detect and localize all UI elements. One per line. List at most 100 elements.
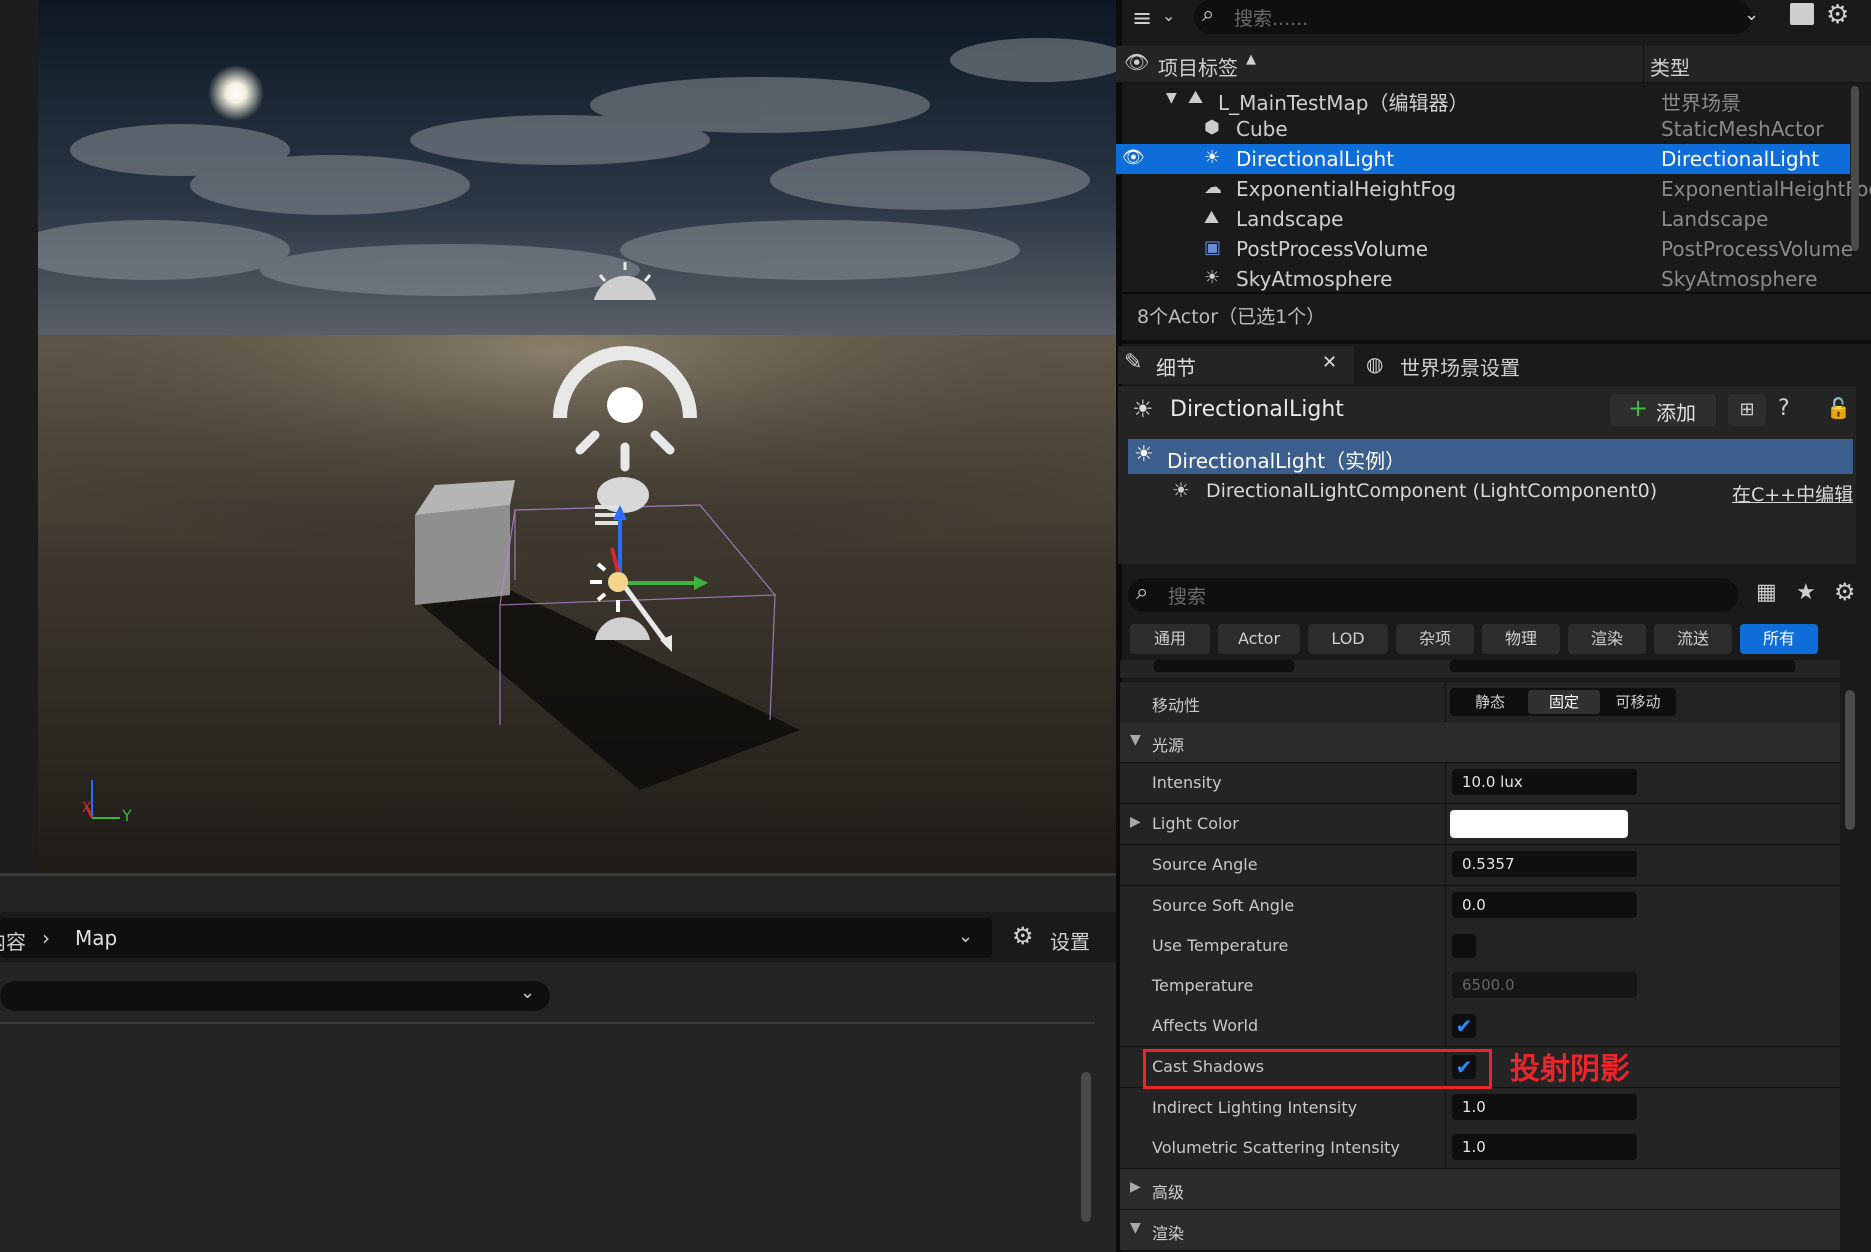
breadcrumb-content[interactable]: 内容 bbox=[0, 926, 26, 955]
actor-name[interactable]: DirectionalLight bbox=[1170, 397, 1344, 422]
row-name: PostProcessVolume bbox=[1236, 237, 1429, 261]
property-source-angle: Source Angle 0.5357 bbox=[1120, 845, 1840, 886]
component-row[interactable]: DirectionalLightComponent (LightComponen… bbox=[1206, 480, 1657, 502]
filter-actor[interactable]: Actor bbox=[1218, 624, 1300, 654]
filter-chevron-icon[interactable]: ⌄ bbox=[1162, 6, 1175, 25]
collection-dropdown-chevron-icon[interactable]: ⌄ bbox=[520, 982, 535, 1003]
column-label-header[interactable]: 项目标签 bbox=[1158, 52, 1238, 81]
source-soft-angle-field[interactable]: 0.0 bbox=[1452, 892, 1637, 918]
outliner-row-postprocess[interactable]: ▣ PostProcessVolume PostProcessVolume bbox=[1116, 234, 1853, 264]
lock-icon[interactable]: 🔓 bbox=[1826, 396, 1851, 420]
use-temperature-checkbox[interactable] bbox=[1452, 934, 1476, 958]
settings-button[interactable]: 设置 bbox=[1050, 926, 1090, 955]
outliner-footer-divider bbox=[1116, 292, 1871, 294]
table-view-icon[interactable]: ▦ bbox=[1756, 580, 1777, 605]
temperature-label: Temperature bbox=[1152, 976, 1254, 995]
path-breadcrumb[interactable] bbox=[0, 918, 992, 958]
plus-icon: + bbox=[1628, 394, 1649, 422]
affects-world-checkbox[interactable]: ✔ bbox=[1452, 1014, 1476, 1038]
property-temperature: Temperature 6500.0 bbox=[1120, 966, 1840, 1007]
help-icon[interactable]: ? bbox=[1778, 396, 1790, 421]
level-viewport[interactable]: Y X bbox=[0, 0, 1116, 873]
add-component-label[interactable]: 添加 bbox=[1656, 397, 1696, 426]
indirect-lighting-field[interactable]: 1.0 bbox=[1452, 1094, 1637, 1120]
section-light[interactable]: ▼ 光源 bbox=[1120, 722, 1840, 763]
details-search-icon: ⌕ bbox=[1136, 580, 1149, 605]
intensity-field[interactable]: 10.0 lux bbox=[1452, 769, 1637, 795]
row-name: Cube bbox=[1236, 117, 1288, 141]
tab-world-settings[interactable]: 世界场景设置 bbox=[1400, 352, 1520, 381]
outliner-row-cube[interactable]: ⬢ Cube StaticMeshActor bbox=[1116, 114, 1850, 144]
outliner-row-world[interactable]: ▼ ⛰ L_MainTestMap（编辑器） 世界场景 bbox=[1116, 84, 1850, 115]
details-scrollbar[interactable] bbox=[1845, 690, 1855, 830]
source-angle-field[interactable]: 0.5357 bbox=[1452, 851, 1637, 877]
details-search-placeholder: 搜索 bbox=[1168, 586, 1207, 608]
sort-ascending-icon[interactable]: ▲ bbox=[1246, 52, 1256, 67]
add-folder-icon[interactable] bbox=[1790, 3, 1814, 25]
section-expand-icon: ▶ bbox=[1130, 1179, 1141, 1195]
outliner-row-sky[interactable]: ☀ SkyAtmosphere SkyAtmosphere bbox=[1116, 264, 1850, 294]
favorite-star-icon[interactable]: ★ bbox=[1796, 580, 1816, 605]
expand-arrow-icon[interactable]: ▶ bbox=[1130, 814, 1141, 830]
filter-icon[interactable]: ≡ bbox=[1132, 4, 1152, 32]
path-dropdown-icon[interactable]: ⌄ bbox=[958, 926, 973, 947]
viewport-left-toolbar bbox=[0, 0, 38, 873]
outliner-settings-icon[interactable]: ⚙ bbox=[1826, 0, 1849, 30]
temperature-field[interactable]: 6500.0 bbox=[1452, 972, 1637, 998]
viewport-scene bbox=[0, 0, 1116, 873]
filter-streaming[interactable]: 流送 bbox=[1654, 624, 1732, 654]
row-type: Landscape bbox=[1661, 207, 1769, 231]
outliner-row-directionallight[interactable]: 👁 ☀ DirectionalLight DirectionalLight bbox=[1116, 144, 1850, 174]
expand-arrow-icon[interactable]: ▼ bbox=[1166, 90, 1177, 106]
search-dropdown-icon[interactable]: ⌄ bbox=[1744, 4, 1759, 25]
edit-in-cpp-link[interactable]: 在C++中编辑 bbox=[1732, 480, 1853, 507]
affects-world-label: Affects World bbox=[1152, 1016, 1259, 1035]
column-type-header[interactable]: 类型 bbox=[1650, 52, 1690, 81]
mobility-static[interactable]: 静态 bbox=[1455, 688, 1525, 716]
truncated-scale-row bbox=[1120, 660, 1840, 678]
section-rendering[interactable]: ▼ 渲染 bbox=[1120, 1210, 1840, 1251]
mobility-movable[interactable]: 可移动 bbox=[1602, 688, 1674, 716]
outliner-row-fog[interactable]: ☁ ExponentialHeightFog ExponentialHeight… bbox=[1116, 174, 1871, 204]
close-tab-icon[interactable]: ✕ bbox=[1322, 352, 1337, 373]
cube-mesh[interactable] bbox=[415, 480, 515, 605]
row-name: ExponentialHeightFog bbox=[1236, 177, 1457, 201]
settings-gear-icon[interactable]: ⚙ bbox=[1012, 922, 1034, 950]
section-collapse-icon: ▼ bbox=[1130, 732, 1141, 748]
section-advanced-label: 高级 bbox=[1152, 1183, 1185, 1202]
visibility-header-icon[interactable]: 👁 bbox=[1124, 50, 1149, 74]
light-color-swatch[interactable] bbox=[1450, 810, 1628, 838]
tab-details-label[interactable]: 细节 bbox=[1156, 352, 1196, 381]
outliner-row-landscape[interactable]: ⛰ Landscape Landscape bbox=[1116, 204, 1850, 234]
property-use-temperature: Use Temperature bbox=[1120, 926, 1840, 967]
property-volumetric-scattering: Volumetric Scattering Intensity 1.0 bbox=[1120, 1128, 1840, 1169]
row-type: DirectionalLight bbox=[1661, 147, 1820, 171]
outliner-scrollbar[interactable] bbox=[1851, 86, 1859, 251]
visibility-eye-icon[interactable]: 👁 bbox=[1122, 147, 1145, 168]
filter-rendering[interactable]: 渲染 bbox=[1568, 624, 1646, 654]
outliner-search-placeholder: 搜索...... bbox=[1234, 8, 1309, 30]
indirect-lighting-label: Indirect Lighting Intensity bbox=[1152, 1098, 1358, 1117]
axis-y-label: Y bbox=[122, 806, 132, 825]
row-type: StaticMeshActor bbox=[1661, 117, 1824, 141]
volumetric-scattering-field[interactable]: 1.0 bbox=[1452, 1134, 1637, 1160]
breadcrumb-map[interactable]: Map bbox=[75, 926, 117, 950]
section-advanced[interactable]: ▶ 高级 bbox=[1120, 1169, 1840, 1210]
collection-dropdown[interactable] bbox=[0, 981, 550, 1011]
filter-all[interactable]: 所有 bbox=[1740, 624, 1818, 654]
landscape-icon: ⛰ bbox=[1204, 207, 1220, 228]
tab-details[interactable] bbox=[1118, 346, 1354, 384]
details-search-input[interactable] bbox=[1128, 578, 1738, 612]
content-browser-scrollbar[interactable] bbox=[1081, 1072, 1091, 1222]
filter-misc[interactable]: 杂项 bbox=[1396, 624, 1474, 654]
filter-physics[interactable]: 物理 bbox=[1482, 624, 1560, 654]
search-icon: ⌕ bbox=[1202, 2, 1215, 27]
mobility-label: 移动性 bbox=[1152, 696, 1201, 715]
details-settings-icon[interactable]: ⚙ bbox=[1834, 578, 1856, 606]
breadcrumb-chevron-icon: › bbox=[42, 926, 50, 950]
mobility-stationary[interactable]: 固定 bbox=[1528, 690, 1600, 714]
filter-general[interactable]: 通用 bbox=[1130, 624, 1210, 654]
filter-lod[interactable]: LOD bbox=[1308, 624, 1388, 654]
details-splitter[interactable] bbox=[1116, 340, 1871, 344]
blueprint-icon[interactable]: ⊞ bbox=[1728, 394, 1766, 426]
